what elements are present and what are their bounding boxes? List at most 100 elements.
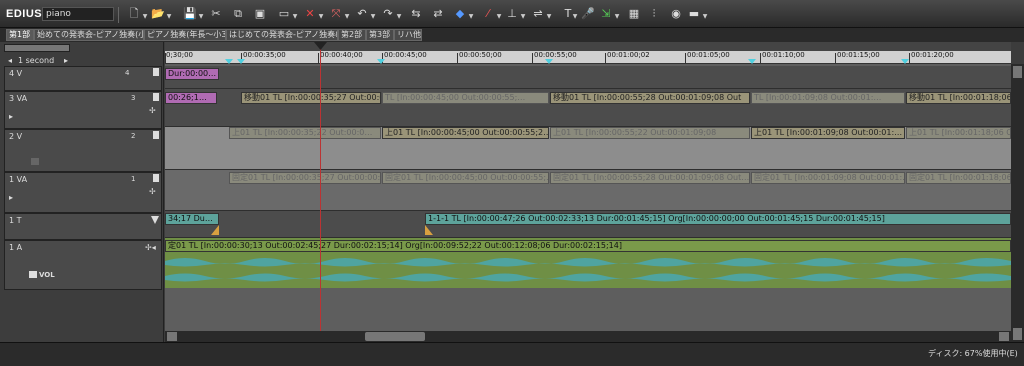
project-name-field[interactable]: piano <box>42 7 114 21</box>
scale-left-arrow[interactable]: ◂ <box>8 56 12 65</box>
lane-4v[interactable]: Dur:00:00… <box>165 66 1011 89</box>
chevron-down-icon[interactable]: ▼ <box>520 14 526 20</box>
chevron-down-icon[interactable]: ▼ <box>166 14 172 20</box>
chevron-down-icon[interactable]: ▼ <box>572 14 578 20</box>
undo-icon[interactable]: ↶ <box>354 6 370 22</box>
timescale-slider[interactable] <box>4 44 70 52</box>
lock-icon[interactable] <box>153 174 159 182</box>
chevron-down-icon[interactable]: ▼ <box>614 14 620 20</box>
tab-part-2[interactable]: 第2部 <box>338 29 366 41</box>
lane-1a[interactable]: 定01 TL [In:00:00:30;13 Out:00:02:45;27 D… <box>165 238 1011 288</box>
scroll-left-button[interactable] <box>167 332 177 341</box>
save-icon[interactable]: 💾 <box>182 6 198 22</box>
clip[interactable]: 固定01 TL [In:00:01:18;06 O <box>906 172 1011 184</box>
tab-first-recital-2[interactable]: はじめての発表会-ピアノ独奏&… <box>226 29 338 41</box>
window-icon[interactable]: ▬ <box>686 6 702 22</box>
cut-icon[interactable]: ✂ <box>208 6 224 22</box>
sync-icon[interactable]: ⇌ <box>530 6 546 22</box>
title-clip[interactable]: 34;17 Du… <box>165 213 219 225</box>
delete-icon[interactable]: ✕ <box>302 6 318 22</box>
chevron-down-icon[interactable]: ▼ <box>292 14 298 20</box>
audio-wave-icon[interactable]: ✢ <box>149 106 156 115</box>
title-clip[interactable]: 1-1-1 TL [In:00:00:47;26 Out:00:02:33;13… <box>425 213 1011 225</box>
mix-icon[interactable] <box>31 158 39 165</box>
chevron-down-icon[interactable]: ▼ <box>702 14 708 20</box>
paste-icon[interactable]: ▣ <box>252 6 268 22</box>
transition-marker-icon[interactable] <box>211 225 219 235</box>
redo-icon[interactable]: ↷ <box>380 6 396 22</box>
clip[interactable]: 移動01 TL [In:00:00:35;27 Out:00:00:4 <box>241 92 381 104</box>
clip[interactable]: 上01 TL [In:00:00:35;22 Out:00:0… <box>229 127 381 139</box>
record-icon[interactable]: ◉ <box>668 6 684 22</box>
chevron-down-icon[interactable]: ▼ <box>142 14 148 20</box>
audio-clip[interactable]: 定01 TL [In:00:00:30;13 Out:00:02:45;27 D… <box>165 240 1011 252</box>
lane-3va[interactable]: 00:26;1… 移動01 TL [In:00:00:35;27 Out:00:… <box>165 89 1011 127</box>
track-header-1t[interactable]: 1 T <box>4 213 162 240</box>
horizontal-scrollbar[interactable] <box>165 331 1011 342</box>
scroll-thumb[interactable] <box>365 332 425 341</box>
set-out-icon[interactable]: ⁄ <box>480 6 496 22</box>
scroll-up-button[interactable] <box>1013 66 1022 78</box>
expand-arrow-icon[interactable]: ▸ <box>9 112 13 121</box>
track-header-4v[interactable]: 4 V 4 <box>4 66 162 91</box>
layout-icon[interactable]: ⊥ <box>504 6 520 22</box>
chevron-down-icon[interactable]: ▼ <box>344 14 350 20</box>
playhead-line[interactable] <box>320 42 321 342</box>
scroll-down-button[interactable] <box>1013 328 1022 340</box>
vertical-scrollbar[interactable] <box>1011 64 1024 342</box>
tab-part-1[interactable]: 第1部 <box>6 29 34 41</box>
clip[interactable]: 上01 TL [In:00:00:45;00 Out:00:00:55;2… <box>382 127 549 139</box>
chevron-down-icon[interactable]: ▼ <box>396 14 402 20</box>
clip[interactable]: 移動01 TL [In:00:00:55;28 Out:00:01:09;08 … <box>550 92 750 104</box>
chevron-down-icon[interactable]: ▼ <box>546 14 552 20</box>
tab-rehearsal[interactable]: リハ他 <box>394 29 422 41</box>
chevron-down-icon[interactable]: ▼ <box>198 14 204 20</box>
audio-wave-icon[interactable]: ✢◂ <box>145 243 156 252</box>
track-header-1va[interactable]: 1 VA 1 ✢ ▸ <box>4 172 162 213</box>
track-header-1a[interactable]: 1 A ✢◂ VOL <box>4 240 162 290</box>
clip[interactable]: Dur:00:00… <box>165 68 219 80</box>
filter-icon[interactable] <box>151 216 159 224</box>
lane-2v[interactable]: 上01 TL [In:00:00:35;22 Out:00:0… 上01 TL … <box>165 127 1011 170</box>
clip[interactable]: TL [In:00:01:09;08 Out:00:01:… <box>751 92 905 104</box>
ripple-delete-icon[interactable]: ⤧ <box>328 6 344 22</box>
lock-icon[interactable] <box>153 131 159 139</box>
audio-wave-icon[interactable]: ✢ <box>149 187 156 196</box>
chevron-down-icon[interactable]: ▼ <box>318 14 324 20</box>
clip[interactable]: 上01 TL [In:00:00:55;22 Out:00:01:09;08 <box>550 127 750 139</box>
clip[interactable]: 00:26;1… <box>165 92 217 104</box>
grid-icon[interactable]: ▦ <box>626 6 642 22</box>
lock-icon[interactable] <box>153 93 159 101</box>
insert-icon[interactable]: ⇆ <box>408 6 424 22</box>
timeline-ruler[interactable]: 0;30;00 00:00:35;00 00:00:40;00 00:00:45… <box>165 42 1011 64</box>
mixer-icon[interactable]: ⫶ <box>646 6 662 22</box>
expand-arrow-icon[interactable]: ▸ <box>9 193 13 202</box>
export-icon[interactable]: ⇲ <box>598 6 614 22</box>
clip[interactable]: 固定01 TL [In:00:00:35;27 Out:00:00:… <box>229 172 381 184</box>
scale-right-arrow[interactable]: ▸ <box>64 56 68 65</box>
lock-icon[interactable] <box>153 68 159 76</box>
timeline-area[interactable]: Dur:00:00… 00:26;1… 移動01 TL [In:00:00:35… <box>165 64 1011 342</box>
new-sequence-icon[interactable]: 🗋 <box>126 6 142 22</box>
clip-icon[interactable]: ▭ <box>276 6 292 22</box>
vol-toggle-icon[interactable] <box>29 271 37 278</box>
track-header-2v[interactable]: 2 V 2 <box>4 129 162 172</box>
set-in-icon[interactable]: ◆ <box>452 6 468 22</box>
lane-1va[interactable]: 固定01 TL [In:00:00:35;27 Out:00:00:… 固定01… <box>165 170 1011 211</box>
clip[interactable]: 固定01 TL [In:00:01:09;08 Out:00:01:… <box>751 172 905 184</box>
lane-1t[interactable]: 34;17 Du… 1-1-1 TL [In:00:00:47;26 Out:0… <box>165 211 1011 238</box>
scroll-right-button[interactable] <box>999 332 1009 341</box>
clip[interactable]: 上01 TL [In:00:01:09;08 Out:00:01:… <box>751 127 905 139</box>
clip[interactable]: 移動01 TL [In:00:01:18;06 O <box>906 92 1011 104</box>
track-header-3va[interactable]: 3 VA 3 ✢ ▸ <box>4 91 162 129</box>
tab-part-3[interactable]: 第3部 <box>366 29 394 41</box>
tab-first-recital[interactable]: 始めての発表会-ピアノ独奏(小… <box>34 29 144 41</box>
chevron-down-icon[interactable]: ▼ <box>468 14 474 20</box>
chevron-down-icon[interactable]: ▼ <box>370 14 376 20</box>
clip[interactable]: TL [In:00:00:45;00 Out:00:00:55;… <box>382 92 549 104</box>
overwrite-icon[interactable]: ⇄ <box>430 6 446 22</box>
copy-icon[interactable]: ⧉ <box>230 6 246 22</box>
clip[interactable]: 固定01 TL [In:00:00:45;00 Out:00:00:55;… <box>382 172 549 184</box>
clip[interactable]: 固定01 TL [In:00:00:55;28 Out:00:01:09;08 … <box>550 172 750 184</box>
tab-piano-solo[interactable]: ピアノ独奏(年長〜小3) <box>144 29 226 41</box>
